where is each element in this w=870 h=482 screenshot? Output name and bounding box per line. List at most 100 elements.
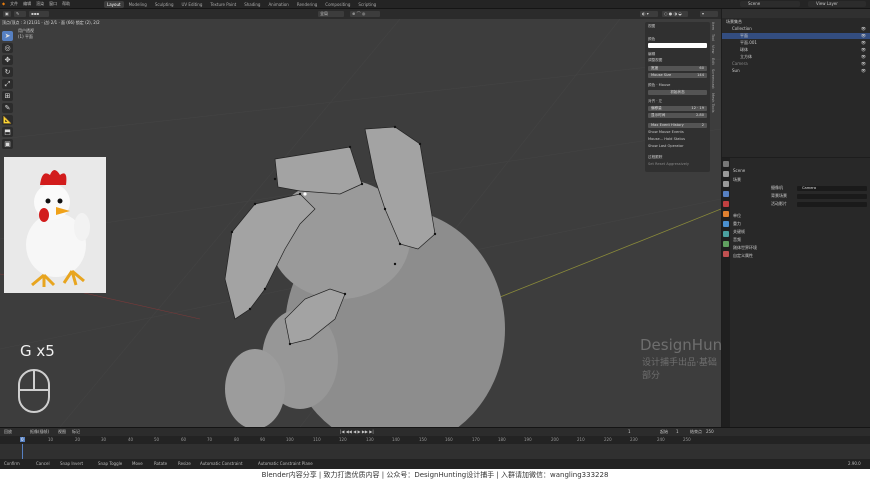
- blender-logo-icon[interactable]: ◆: [2, 1, 5, 7]
- scene-section[interactable]: 场景: [733, 177, 741, 183]
- audio-section[interactable]: 音频: [733, 237, 741, 243]
- view-menu[interactable]: 视图: [58, 429, 66, 435]
- timeline-ruler[interactable]: 0 10 20 30 40 50 60 70 80 90 100 110 120…: [0, 436, 870, 444]
- background-scene-field[interactable]: [797, 194, 867, 199]
- tab-rendering[interactable]: Rendering: [294, 1, 320, 8]
- transform-tool-icon[interactable]: ⊞: [2, 91, 13, 101]
- shading-buttons[interactable]: ○ ● ◑ ◒: [662, 11, 688, 17]
- tab-sculpting[interactable]: Sculpting: [152, 1, 177, 8]
- gravity-section[interactable]: 重力: [733, 221, 741, 227]
- 3d-viewport[interactable]: 顶点/顶点 : 3 (21/31 · 边) 2/1 · 面 (66) 锁定 (2…: [0, 19, 721, 427]
- start-field[interactable]: 1: [676, 429, 679, 434]
- tab-compositing[interactable]: Compositing: [322, 1, 353, 8]
- tab-texture-paint[interactable]: Texture Paint: [207, 1, 239, 8]
- render-tab-icon[interactable]: [723, 171, 729, 177]
- camera-field[interactable]: Camera: [797, 186, 867, 191]
- material-tab-icon[interactable]: [723, 251, 729, 257]
- tab-edit[interactable]: Edit: [711, 58, 715, 65]
- select-mode-buttons[interactable]: ▪▪▪: [29, 11, 49, 17]
- tab-mesh-tools[interactable]: Mesh Tools: [711, 93, 715, 112]
- keying-section[interactable]: 关键帧: [733, 229, 745, 235]
- outliner-item[interactable]: Camera 👁: [722, 61, 870, 67]
- rigidbody-section[interactable]: 刚体世界环境: [733, 245, 757, 251]
- ruler-tick: 140: [392, 437, 400, 442]
- custom-props-section[interactable]: 自定义属性: [733, 253, 753, 259]
- width-field[interactable]: 宽度 60: [648, 66, 707, 71]
- tab-uv-editing[interactable]: UV Editing: [179, 1, 206, 8]
- physics-tab-icon[interactable]: [723, 231, 729, 237]
- scale-tool-icon[interactable]: ⤢: [2, 79, 13, 89]
- object-tab-icon[interactable]: [723, 211, 729, 217]
- initial-state-button[interactable]: 初始状态: [648, 90, 707, 95]
- tab-item[interactable]: Item: [711, 22, 715, 30]
- outliner-item[interactable]: 立方体 👁: [722, 54, 870, 60]
- npanel-edit-label[interactable]: 编辑: [648, 52, 655, 57]
- tab-view[interactable]: View: [711, 45, 715, 54]
- menu-render[interactable]: 渲染: [36, 1, 44, 7]
- current-frame-field[interactable]: 1: [628, 429, 631, 434]
- tool-tab-icon[interactable]: [723, 161, 729, 167]
- display-time-field[interactable]: 显示时间 2.80: [648, 113, 707, 118]
- units-section[interactable]: 单位: [733, 213, 741, 219]
- view-layer-selector[interactable]: View Layer: [808, 1, 866, 7]
- outliner: 场景集合 Collection 👁 平面 👁 平面.001 👁 球体 👁 立方体 👁 Ca…: [722, 9, 870, 157]
- extrude-tool-icon[interactable]: ⬒: [2, 127, 13, 137]
- show-mouse-events-checkbox[interactable]: Show Mouse Events: [648, 130, 684, 135]
- outliner-item[interactable]: Collection 👁: [722, 26, 870, 32]
- outliner-item-selected[interactable]: 平面 👁: [722, 33, 870, 39]
- keying-menu[interactable]: 抠像(插帧): [30, 429, 49, 435]
- timeline-header: 回放 抠像(插帧) 视图 标记 |◀ ◀◀ ◀ ▶ ▶▶ ▶| 1 起始 1 结…: [0, 428, 870, 436]
- outliner-item[interactable]: 球体 👁: [722, 47, 870, 53]
- npanel-color-mode[interactable]: 颜色 · Mouse: [648, 83, 670, 88]
- end-field[interactable]: 250: [706, 429, 714, 434]
- mode-select[interactable]: ✎: [14, 11, 26, 17]
- outliner-item[interactable]: Sun 👁: [722, 68, 870, 74]
- snap-toggle[interactable]: ⊕ ⌒ ◎: [350, 11, 380, 17]
- overlay-toggle[interactable]: ◐ ▾: [640, 11, 658, 17]
- modifier-tab-icon[interactable]: [723, 221, 729, 227]
- tab-screencast[interactable]: Screencast: [711, 69, 715, 89]
- scene-selector[interactable]: Scene: [740, 1, 800, 7]
- viewport-options[interactable]: ▾: [700, 11, 718, 17]
- menu-edit[interactable]: 编辑: [23, 1, 31, 7]
- tab-layout[interactable]: Layout: [104, 1, 124, 8]
- align-field[interactable]: 对齐 · 左: [648, 99, 662, 104]
- active-clip-field[interactable]: [797, 202, 867, 207]
- tab-modeling[interactable]: Modeling: [126, 1, 150, 8]
- max-event-history-field[interactable]: Max Event History 2: [648, 123, 707, 128]
- tab-animation[interactable]: Animation: [265, 1, 291, 8]
- tab-scripting[interactable]: Scripting: [355, 1, 379, 8]
- marker-menu[interactable]: 标记: [72, 429, 80, 435]
- playback-controls[interactable]: |◀ ◀◀ ◀ ▶ ▶▶ ▶|: [340, 429, 374, 434]
- menu-file[interactable]: 文件: [10, 1, 18, 7]
- tab-tool[interactable]: Tool: [711, 34, 715, 41]
- world-tab-icon[interactable]: [723, 201, 729, 207]
- playback-menu[interactable]: 回放: [4, 429, 12, 435]
- show-last-operator-checkbox[interactable]: Show Last Operator: [648, 144, 684, 149]
- inset-tool-icon[interactable]: ▣: [2, 139, 13, 149]
- menu-help[interactable]: 帮助: [62, 1, 70, 7]
- offset-field[interactable]: 偏移量 12 · 19: [648, 106, 707, 111]
- mouse-hold-select[interactable]: Mouse... Hold Status: [648, 137, 685, 142]
- scene-tab-icon[interactable]: [723, 191, 729, 197]
- set-reset-checkbox[interactable]: Set Reset Aggressively: [648, 162, 689, 167]
- rotate-tool-icon[interactable]: ↻: [2, 67, 13, 77]
- editor-type-icon[interactable]: ▣: [3, 11, 11, 17]
- select-tool-icon[interactable]: ➤: [2, 31, 13, 41]
- tab-shading[interactable]: Shading: [241, 1, 263, 8]
- playhead[interactable]: 0: [20, 437, 25, 442]
- mouse-size-field[interactable]: Mouse Size 144: [648, 73, 707, 78]
- timeline-track[interactable]: [0, 444, 870, 460]
- transform-orientation[interactable]: 全局: [318, 11, 344, 17]
- move-tool-icon[interactable]: ✥: [2, 55, 13, 65]
- data-tab-icon[interactable]: [723, 241, 729, 247]
- annotate-tool-icon[interactable]: ✎: [2, 103, 13, 113]
- outliner-item[interactable]: 平面.001 👁: [722, 40, 870, 46]
- color-swatch[interactable]: [648, 43, 707, 48]
- cursor-tool-icon[interactable]: ◎: [2, 43, 13, 53]
- output-tab-icon[interactable]: [723, 181, 729, 187]
- npanel-adjust-label[interactable]: 调整视图: [648, 58, 662, 63]
- outliner-scene-collection[interactable]: 场景集合: [722, 19, 870, 25]
- measure-tool-icon[interactable]: 📐: [2, 115, 13, 125]
- menu-window[interactable]: 窗口: [49, 1, 57, 7]
